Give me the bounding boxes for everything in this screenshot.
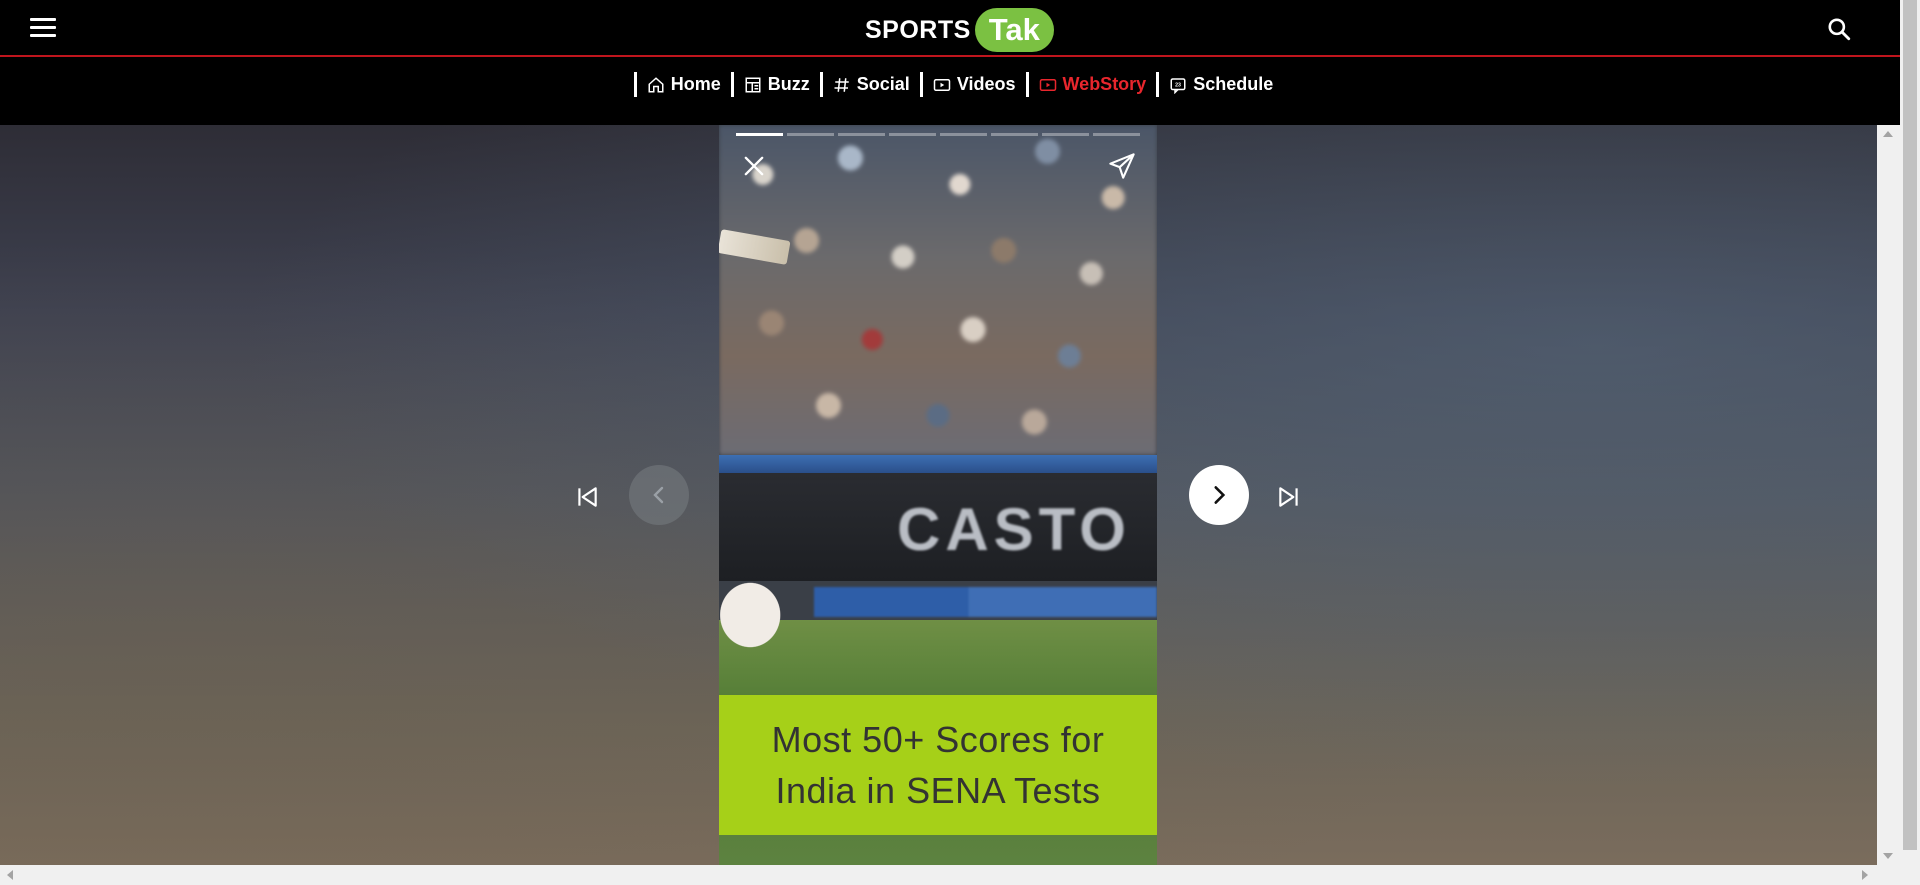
scroll-down-arrow-icon[interactable] (1883, 853, 1893, 859)
hamburger-menu-icon[interactable] (30, 18, 56, 38)
main-nav: Home Buzz Social Videos WebStory 23 Sche… (0, 57, 1900, 125)
nav-divider (1156, 72, 1160, 97)
svg-text:23: 23 (1175, 82, 1181, 88)
scroll-right-arrow-icon[interactable] (1862, 870, 1868, 880)
nav-item-buzz[interactable]: Buzz (744, 74, 810, 95)
nav-item-videos[interactable]: Videos (933, 74, 1016, 95)
web-story-icon (1039, 78, 1056, 91)
story-background-image (719, 125, 1157, 455)
logo-sports-text: SPORTS (865, 15, 971, 44)
nav-list: Home Buzz Social Videos WebStory 23 Sche… (624, 72, 1273, 97)
previous-button[interactable] (629, 465, 689, 525)
nav-item-webstory[interactable]: WebStory (1039, 74, 1147, 95)
progress-segment (787, 133, 834, 136)
batting-glove (719, 565, 797, 665)
nav-divider (730, 72, 734, 97)
progress-segment (1042, 133, 1089, 136)
progress-segment (889, 133, 936, 136)
next-arrow-icon (1214, 486, 1226, 504)
nav-item-social[interactable]: Social (833, 74, 910, 95)
board-text: CASTO (897, 496, 1131, 563)
nav-divider (1025, 72, 1029, 97)
home-icon (648, 76, 664, 92)
sportstak-logo[interactable]: SPORTS Tak (865, 8, 1054, 52)
progress-segment (1093, 133, 1140, 136)
nav-item-label: Schedule (1193, 74, 1274, 94)
previous-arrow-icon (653, 486, 664, 504)
story-progress-bar (736, 133, 1140, 136)
skip-to-last-icon[interactable] (1274, 482, 1304, 512)
progress-segment (991, 133, 1038, 136)
scroll-up-arrow-icon[interactable] (1883, 131, 1893, 137)
hashtag-icon (834, 77, 849, 92)
nav-item-label: WebStory (1062, 74, 1147, 94)
nav-divider (919, 72, 923, 97)
nav-divider (633, 72, 637, 97)
progress-segment (736, 133, 783, 136)
progress-segment (838, 133, 885, 136)
skip-to-first-icon[interactable] (572, 482, 602, 512)
nav-item-label: Social (856, 74, 910, 94)
scrollbar-thumb[interactable] (1903, 0, 1917, 850)
nav-item-home[interactable]: Home (647, 74, 721, 95)
newspaper-icon (745, 77, 761, 92)
calendar-icon: 23 (1170, 77, 1186, 94)
video-play-icon (933, 78, 951, 91)
story-card[interactable]: CASTO Most 50+ Scores for India in SENA … (719, 125, 1157, 865)
page-vertical-scrollbar[interactable] (1900, 0, 1920, 865)
next-button[interactable] (1189, 465, 1249, 525)
web-story-viewer: CASTO Most 50+ Scores for India in SENA … (0, 125, 1877, 865)
share-send-icon[interactable] (1108, 152, 1136, 180)
story-vertical-scrollbar[interactable] (1877, 125, 1900, 865)
nav-item-label: Buzz (767, 74, 810, 94)
advertising-strip (814, 587, 1157, 617)
progress-segment (940, 133, 987, 136)
horizontal-scrollbar[interactable] (0, 865, 1920, 885)
search-icon[interactable] (1826, 16, 1852, 42)
logo-tak-badge: Tak (974, 8, 1054, 52)
close-icon[interactable] (740, 152, 768, 180)
nav-item-label: Home (670, 74, 721, 94)
nav-item-label: Videos (956, 74, 1016, 94)
top-header: SPORTS Tak (0, 0, 1900, 57)
story-caption: Most 50+ Scores for India in SENA Tests (719, 695, 1157, 835)
scroll-left-arrow-icon[interactable] (7, 870, 13, 880)
nav-divider (819, 72, 823, 97)
nav-item-schedule[interactable]: 23 Schedule (1169, 74, 1273, 95)
stadium-rail (719, 455, 1157, 473)
